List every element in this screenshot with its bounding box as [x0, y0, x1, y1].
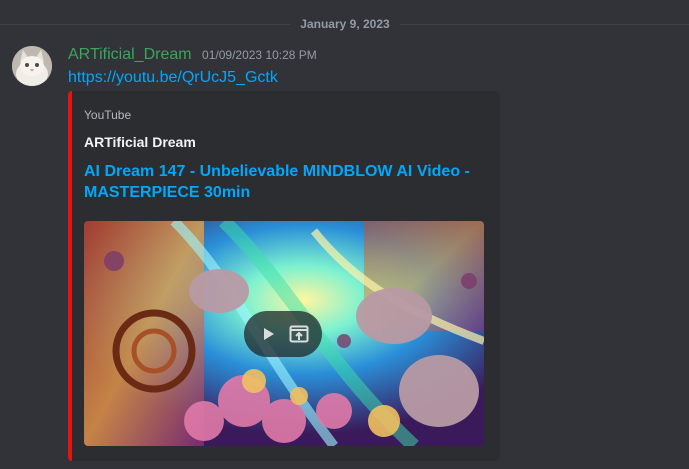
embed-author[interactable]: ARTificial Dream [84, 134, 196, 150]
youtube-embed: YouTube ARTificial Dream AI Dream 147 - … [68, 91, 500, 461]
avatar[interactable] [12, 46, 52, 86]
play-icon [263, 328, 274, 340]
embed-accent-bar [68, 91, 72, 461]
cat-avatar-icon [12, 46, 52, 86]
divider-line-left [0, 24, 290, 25]
username[interactable]: ARTificial_Dream [68, 46, 192, 63]
embed-title[interactable]: AI Dream 147 - Unbelievable MINDBLOW AI … [84, 161, 474, 203]
video-link[interactable]: https://youtu.be/QrUcJ5_Gctk [68, 69, 278, 87]
divider-line-right [400, 24, 689, 25]
open-external-button[interactable] [279, 311, 318, 357]
divider-date: January 9, 2023 [300, 17, 390, 31]
open-external-icon [289, 325, 308, 343]
video-controls [244, 311, 322, 357]
date-divider: January 9, 2023 [0, 12, 689, 36]
video-thumbnail[interactable] [84, 221, 484, 446]
message-header: ARTificial_Dream 01/09/2023 10:28 PM [68, 46, 317, 64]
embed-provider[interactable]: YouTube [84, 108, 131, 122]
message-timestamp: 01/09/2023 10:28 PM [202, 48, 317, 62]
